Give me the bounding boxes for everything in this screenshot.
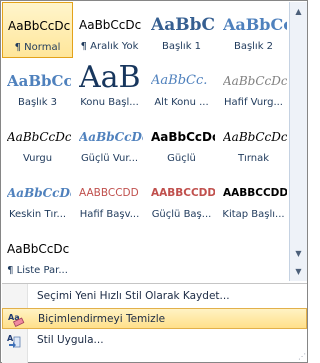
style-preview: AaBbCc. — [151, 73, 208, 88]
style-tile[interactable]: AaBbCcDc Tırnak — [218, 114, 289, 170]
style-tile[interactable]: AaB Konu Başl... — [74, 58, 145, 114]
style-tile[interactable]: AaBbCcDc Güçlü Vur... — [74, 114, 145, 170]
style-tile[interactable]: AaBbCcDc ¶ Normal — [2, 2, 73, 58]
style-preview: AaBbCc — [223, 15, 287, 34]
style-preview: AABBCCDD — [223, 187, 287, 199]
apply-styles-icon: A — [5, 331, 24, 350]
style-tile[interactable]: AaBbCc Başlık 2 — [218, 2, 289, 58]
clear-formatting-label: Biçimlendirmeyi Temizle — [38, 313, 166, 325]
gallery-scrollbar[interactable]: ▲ ▼ ▼ — [289, 2, 307, 281]
style-name: Hafif Başv... — [79, 209, 140, 220]
style-tile[interactable]: AaBbCcDc Keskin Tır... — [2, 170, 73, 226]
style-name: Vurgu — [22, 153, 53, 164]
eraser-aa-icon: Aa — [6, 310, 25, 329]
style-tile[interactable]: AABBCCDD Güçlü Baş... — [146, 170, 217, 226]
style-name: Güçlü Vur... — [80, 153, 139, 164]
style-tile[interactable]: AABBCCDD Kitap Başlı... — [218, 170, 289, 226]
style-preview: AaBbCcDc — [79, 130, 143, 144]
style-name: Güçlü Baş... — [151, 209, 212, 220]
more-options-icon[interactable]: ▼ — [291, 264, 306, 279]
style-preview: AaBbCcDc — [223, 130, 287, 144]
style-preview: AaBbC — [151, 15, 215, 35]
style-tile[interactable]: AaBbCcI Başlık 3 — [2, 58, 73, 114]
style-name: Başlık 3 — [17, 97, 58, 108]
style-tile[interactable]: AaBbC Başlık 1 — [146, 2, 217, 58]
clear-formatting-item[interactable]: Aa Biçimlendirmeyi Temizle — [2, 308, 307, 329]
style-name: Başlık 1 — [161, 41, 202, 52]
chevron-down-icon[interactable]: ▼ — [291, 246, 306, 261]
style-preview: AABBCCDD — [79, 187, 139, 199]
style-preview: AaBbCcDc — [151, 130, 215, 144]
apply-styles-label: Stil Uygula... — [37, 334, 104, 346]
style-preview: AaBbCcDc — [7, 242, 70, 256]
style-name: ¶ Liste Par... — [7, 265, 68, 276]
style-name: Güçlü — [167, 153, 196, 164]
style-gallery: AaBbCcDc ¶ Normal AaBbCcDc ¶ Aralık Yok AaBb… — [2, 2, 288, 282]
style-tile[interactable]: AaBbCcDc ¶ Liste Par... — [2, 226, 73, 282]
style-tile[interactable]: AaBbCc. Alt Konu ... — [146, 58, 217, 114]
style-preview: AaBbCcDc — [7, 186, 71, 200]
style-preview: AABBCCDD — [151, 187, 215, 199]
save-as-quick-style-item[interactable]: Seçimi Yeni Hızlı Stil Olarak Kaydet... — [2, 286, 307, 307]
save-as-quick-style-label: Seçimi Yeni Hızlı Stil Olarak Kaydet... — [37, 290, 230, 302]
style-name: Konu Başl... — [80, 97, 139, 108]
style-preview: AaBbCcDc — [223, 74, 287, 88]
style-actions-menu: Seçimi Yeni Hızlı Stil Olarak Kaydet... … — [2, 283, 307, 363]
style-tile[interactable]: AaBbCcDc Hafif Vurg... — [218, 58, 289, 114]
style-tile[interactable]: AaBbCcDc Vurgu — [2, 114, 73, 170]
chevron-up-icon[interactable]: ▲ — [291, 4, 306, 19]
style-tile[interactable]: AaBbCcDc Güçlü — [146, 114, 217, 170]
resize-grip-icon[interactable]: ⋰ — [295, 351, 306, 362]
style-preview: AaB — [79, 60, 141, 95]
quick-styles-panel: AaBbCcDc ¶ Normal AaBbCcDc ¶ Aralık Yok AaBb… — [0, 0, 308, 363]
style-name: Alt Konu ... — [154, 97, 209, 108]
style-preview: AaBbCcDc — [79, 18, 142, 32]
svg-text:A: A — [7, 334, 14, 343]
style-name: Kitap Başlı... — [222, 209, 285, 220]
style-name: Başlık 2 — [233, 41, 274, 52]
style-name: ¶ Aralık Yok — [80, 41, 139, 52]
style-name: Tırnak — [237, 153, 270, 164]
style-name: ¶ Normal — [14, 42, 61, 53]
style-name: Keskin Tır... — [8, 209, 67, 220]
style-preview: AaBbCcDc — [8, 19, 70, 33]
style-preview: AaBbCcDc — [7, 130, 71, 144]
style-preview: AaBbCcI — [7, 72, 71, 90]
style-tile[interactable]: AaBbCcDc ¶ Aralık Yok — [74, 2, 145, 58]
style-name: Hafif Vurg... — [224, 97, 283, 108]
apply-styles-item[interactable]: A Stil Uygula... — [2, 330, 307, 351]
style-tile[interactable]: AABBCCDD Hafif Başv... — [74, 170, 145, 226]
